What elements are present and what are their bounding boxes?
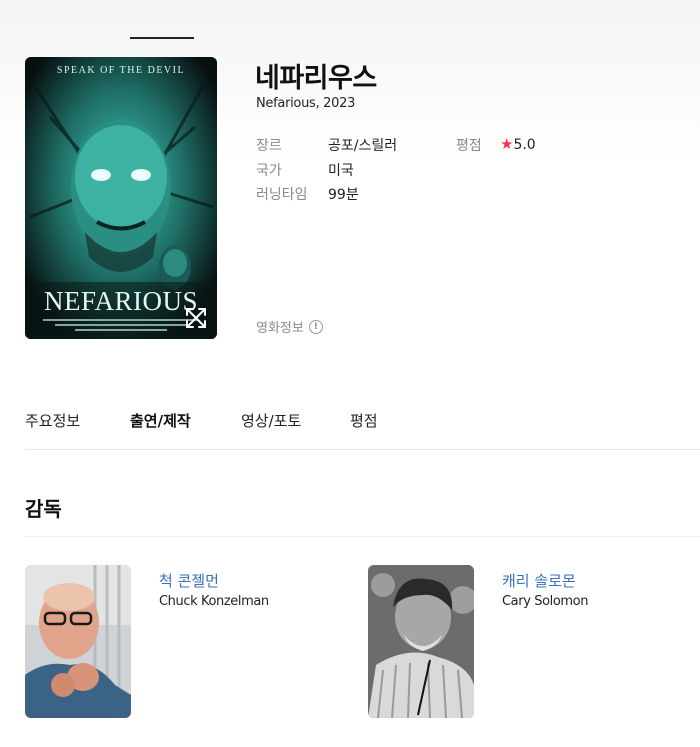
meta-value: 공포/스릴러 — [328, 138, 398, 154]
movie-info-link[interactable]: 영화정보 ! — [256, 317, 323, 336]
meta-label: 장르 — [256, 138, 282, 154]
tab-bar: 주요정보 출연/제작 영상/포토 평점 — [25, 410, 700, 450]
director-name-en: Cary Solomon — [502, 594, 589, 609]
meta-label: 국가 — [256, 163, 282, 179]
movie-title: 네파리우스 — [255, 63, 377, 94]
tab-cast-crew[interactable]: 출연/제작 — [130, 410, 191, 450]
meta-value: 99분 — [328, 187, 359, 203]
rating-label: 평점 — [456, 138, 482, 154]
rating-value: 5.0 — [513, 137, 536, 153]
movie-detail-page: SPEAK OF THE DEVIL NEFARIOUS 네파리우스 Nefar… — [0, 0, 700, 747]
director-name-en: Chuck Konzelman — [159, 594, 269, 609]
director-photo[interactable] — [25, 565, 131, 718]
star-icon: ★ — [500, 135, 514, 153]
director-name-ko[interactable]: 척 콘젤먼 — [159, 570, 219, 591]
tab-video-photo[interactable]: 영상/포토 — [241, 410, 301, 450]
active-tab-indicator — [130, 37, 194, 39]
tab-ratings[interactable]: 평점 — [350, 410, 378, 450]
info-icon: ! — [308, 319, 323, 334]
expand-icon[interactable] — [183, 305, 209, 331]
meta-value: 미국 — [328, 163, 354, 179]
rating-score: ★5.0 — [500, 135, 536, 153]
movie-info-label: 영화정보 — [256, 321, 304, 336]
director-photo[interactable] — [368, 565, 474, 718]
poster-artwork: SPEAK OF THE DEVIL NEFARIOUS — [25, 57, 217, 339]
tab-main-info[interactable]: 주요정보 — [25, 410, 80, 450]
director-name-ko[interactable]: 캐리 솔로몬 — [502, 570, 576, 591]
section-divider — [25, 536, 700, 537]
meta-label: 러닝타임 — [256, 187, 308, 203]
tabs-divider — [25, 449, 700, 450]
movie-subtitle: Nefarious, 2023 — [256, 96, 356, 111]
section-title: 감독 — [25, 497, 62, 521]
movie-poster[interactable]: SPEAK OF THE DEVIL NEFARIOUS — [25, 57, 217, 339]
poster-tagline: SPEAK OF THE DEVIL — [57, 65, 185, 76]
poster-wordmark: NEFARIOUS — [44, 286, 198, 316]
